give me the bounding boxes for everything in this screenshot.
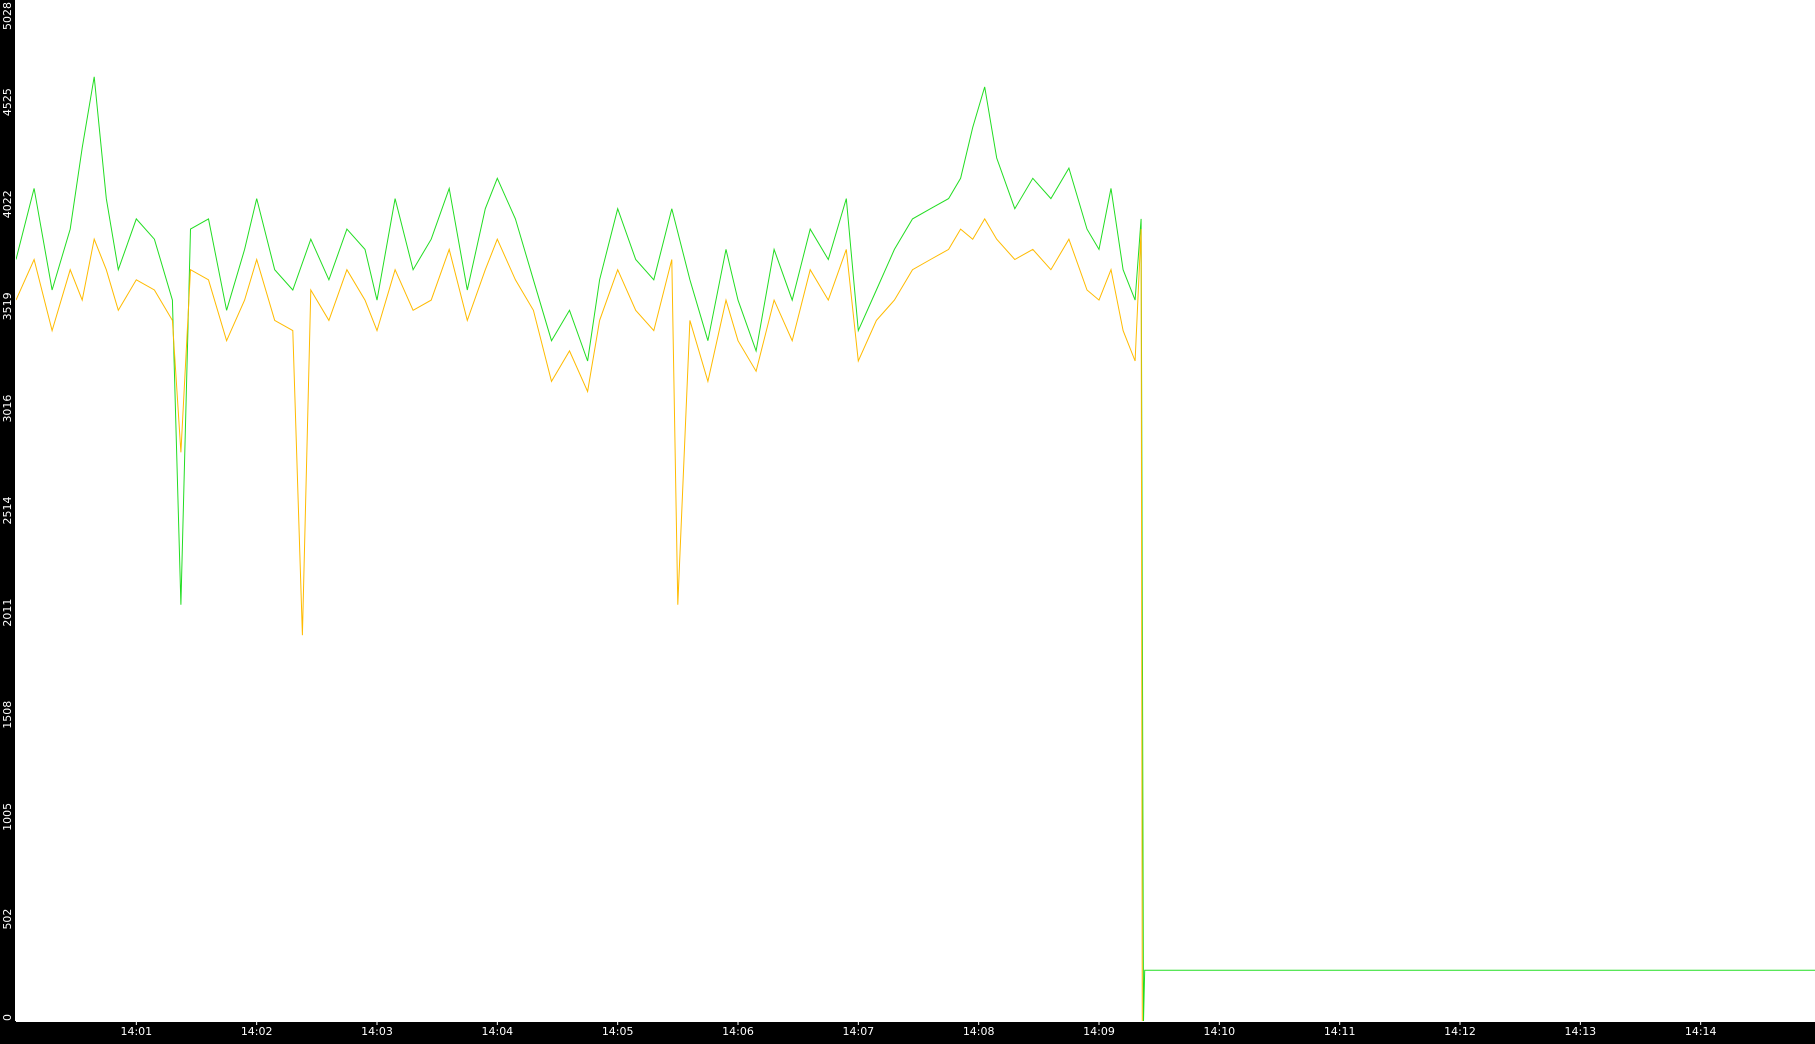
x-tick-label: 14:02 bbox=[241, 1025, 273, 1038]
x-tick-label: 14:06 bbox=[722, 1025, 754, 1038]
y-tick-label: 3016 bbox=[1, 395, 14, 423]
x-tick-label: 14:08 bbox=[963, 1025, 995, 1038]
y-tick-label: 0 bbox=[1, 1014, 14, 1021]
y-tick-label: 4525 bbox=[1, 88, 14, 116]
x-tick-label: 14:10 bbox=[1203, 1025, 1235, 1038]
y-tick-label: 2011 bbox=[1, 599, 14, 627]
y-tick-label: 1508 bbox=[1, 701, 14, 729]
x-tick-label: 14:04 bbox=[481, 1025, 513, 1038]
x-tick-label: 14:13 bbox=[1564, 1025, 1596, 1038]
x-tick-label: 14:07 bbox=[842, 1025, 874, 1038]
x-tick-label: 14:03 bbox=[361, 1025, 393, 1038]
x-tick-label: 14:14 bbox=[1685, 1025, 1717, 1038]
y-tick-label: 1005 bbox=[1, 803, 14, 831]
x-tick-label: 14:05 bbox=[602, 1025, 634, 1038]
x-tick-label: 14:11 bbox=[1324, 1025, 1356, 1038]
y-axis-ticks: 0 502 1005 1508 2011 2514 3016 3519 4022 4525 5028 bbox=[1, 2, 14, 1021]
plot-area bbox=[16, 0, 1815, 1021]
x-tick-label: 14:09 bbox=[1083, 1025, 1115, 1038]
x-axis-ticks: 14:01 14:02 14:03 14:04 14:05 14:06 14:07 14:08… bbox=[120, 1021, 1717, 1038]
y-tick-label: 502 bbox=[1, 909, 14, 930]
x-tick-label: 14:01 bbox=[120, 1025, 152, 1038]
y-tick-label: 3519 bbox=[1, 292, 14, 320]
y-tick-label: 5028 bbox=[1, 2, 14, 30]
line-chart: 14:01 14:02 14:03 14:04 14:05 14:06 14:07 14:08… bbox=[1, 0, 1815, 1038]
chart-container: 14:01 14:02 14:03 14:04 14:05 14:06 14:07 14:08… bbox=[0, 0, 1815, 1039]
y-tick-label: 4022 bbox=[1, 190, 14, 218]
y-tick-label: 2514 bbox=[1, 497, 14, 525]
x-tick-label: 14:12 bbox=[1444, 1025, 1476, 1038]
